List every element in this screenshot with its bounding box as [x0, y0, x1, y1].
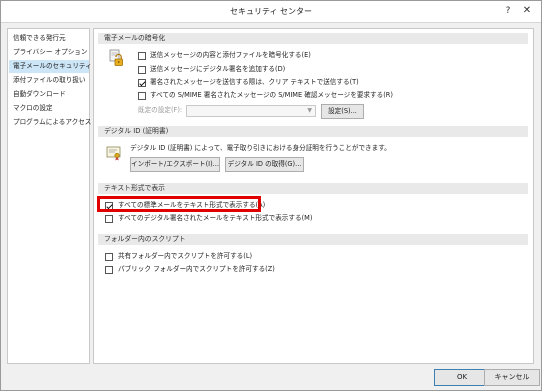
- allow-public-folder-scripts-label: パブリック フォルダー内でスクリプトを許可する(Z): [118, 265, 275, 273]
- default-setting-select[interactable]: ▼: [186, 105, 316, 117]
- default-setting-label: 既定の設定(F):: [138, 106, 183, 114]
- settings-button[interactable]: 設定(S)...: [321, 104, 364, 119]
- send-clear-text-checkbox[interactable]: [138, 79, 146, 87]
- sidebar-item-privacy-options[interactable]: プライバシー オプション: [9, 46, 89, 59]
- request-smime-receipt-label: すべての S/MIME 署名されたメッセージの S/MIME 確認メッセージを要…: [150, 91, 393, 99]
- cancel-button[interactable]: キャンセル: [484, 369, 540, 386]
- read-signed-as-plain-text-checkbox[interactable]: [105, 215, 113, 223]
- chevron-down-icon: ▼: [307, 107, 312, 114]
- sidebar-item-programmatic-access[interactable]: プログラムによるアクセス: [9, 116, 91, 129]
- import-export-button[interactable]: インポート/エクスポート(I)...: [130, 157, 220, 172]
- encrypt-contents-label: 送信メッセージの内容と添付ファイルを暗号化する(E): [150, 51, 311, 59]
- read-signed-as-plain-text-label: すべてのデジタル署名されたメールをテキスト形式で表示する(M): [118, 214, 313, 222]
- security-center-dialog: セキュリティ センター ? ✕ 信頼できる発行元 プライバシー オプション 電子…: [0, 0, 542, 391]
- close-button[interactable]: ✕: [516, 3, 538, 19]
- section-digital-id-heading: デジタル ID (証明書): [98, 126, 528, 137]
- category-list: 信頼できる発行元 プライバシー オプション 電子メールのセキュリティ 添付ファイ…: [7, 28, 92, 364]
- allow-public-folder-scripts-checkbox[interactable]: [105, 266, 113, 274]
- certificate-icon: [106, 146, 121, 161]
- sidebar-item-trusted-publishers[interactable]: 信頼できる発行元: [9, 32, 89, 45]
- highlight-annotation: [97, 196, 261, 212]
- sidebar-item-email-security[interactable]: 電子メールのセキュリティ: [9, 60, 92, 73]
- get-digital-id-button[interactable]: デジタル ID の取得(G)...: [225, 157, 304, 172]
- title-bar: セキュリティ センター ? ✕: [1, 1, 541, 23]
- section-plain-text-heading: テキスト形式で表示: [98, 183, 528, 194]
- sidebar-item-macro-settings[interactable]: マクロの設定: [9, 102, 89, 115]
- send-clear-text-label: 署名されたメッセージを送信する際は、クリア テキストで送信する(T): [150, 78, 359, 86]
- digital-id-description: デジタル ID (証明書) によって、電子取り引きにおける身分証明を行うことがで…: [130, 144, 391, 152]
- add-digital-signature-checkbox[interactable]: [138, 66, 146, 74]
- allow-shared-folder-scripts-label: 共有フォルダー内でスクリプトを許可する(L): [118, 252, 253, 260]
- section-email-encryption-heading: 電子メールの暗号化: [98, 33, 528, 44]
- request-smime-receipt-checkbox[interactable]: [138, 92, 146, 100]
- ok-button[interactable]: OK: [434, 369, 490, 386]
- sidebar-item-attachment-handling[interactable]: 添付ファイルの取り扱い: [9, 74, 89, 87]
- sidebar-item-automatic-download[interactable]: 自動ダウンロード: [9, 88, 89, 101]
- allow-shared-folder-scripts-checkbox[interactable]: [105, 253, 113, 261]
- lock-icon: [109, 49, 123, 66]
- add-digital-signature-label: 送信メッセージにデジタル署名を追加する(D): [150, 65, 286, 73]
- window-title: セキュリティ センター: [229, 7, 313, 16]
- section-folder-scripts-heading: フォルダー内のスクリプト: [98, 234, 528, 245]
- encrypt-contents-checkbox[interactable]: [138, 52, 146, 60]
